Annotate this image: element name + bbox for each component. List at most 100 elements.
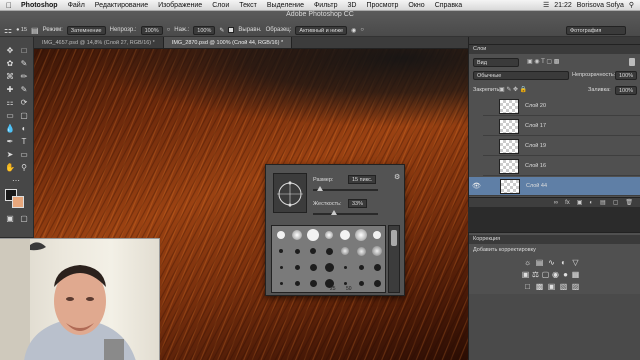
photo-filter-icon[interactable]: ◉ [551, 270, 560, 279]
mode-dropdown[interactable]: Затемнение [66, 25, 106, 35]
quick-select-tool-icon[interactable]: ✎ [18, 58, 30, 69]
menu-view[interactable]: Просмотр [361, 2, 403, 9]
color-lookup-icon[interactable]: ▦ [571, 270, 580, 279]
pressure-opacity-icon[interactable]: ○ [167, 27, 171, 33]
ignore-adjust-icon[interactable]: ◉ [351, 27, 356, 34]
brush-preset-cell[interactable] [354, 276, 368, 290]
invert-icon[interactable]: □ [523, 282, 532, 291]
shape-tool-icon[interactable]: ▭ [18, 149, 30, 160]
selective-color-icon[interactable]: ▧ [559, 282, 568, 291]
history-brush-tool-icon[interactable]: ⟳ [18, 97, 30, 108]
layers-panel-title[interactable]: Слои [469, 45, 640, 54]
brush-preset-cell[interactable] [290, 276, 304, 290]
brush-preset-cell[interactable] [290, 260, 304, 274]
brush-preset-cell[interactable] [306, 228, 320, 242]
menu-window[interactable]: Окно [403, 2, 429, 9]
hue-sat-icon[interactable]: ▣ [521, 270, 530, 279]
brush-preset-cell[interactable] [338, 260, 352, 274]
menu-layers[interactable]: Слои [207, 2, 234, 9]
brush-preset-cell[interactable] [322, 228, 336, 242]
visibility-toggle[interactable] [487, 122, 495, 130]
dodge-tool-icon[interactable]: ◐ [18, 123, 30, 134]
blur-tool-icon[interactable]: 💧 [4, 123, 16, 134]
wifi-icon[interactable]: ☰ [543, 1, 549, 9]
tab-img-2870[interactable]: IMG_2870.psd @ 100% (Слой 44, RGB/16) * [163, 37, 293, 48]
background-color-swatch[interactable] [12, 196, 24, 208]
layers-filter-dropdown[interactable]: Вид [473, 58, 519, 67]
size-slider-thumb[interactable] [316, 186, 323, 191]
brush-preset-cell[interactable] [370, 260, 384, 274]
zoom-tool-icon[interactable]: ⚲ [18, 162, 30, 173]
flow-field[interactable]: 100% [193, 25, 216, 35]
filter-toggle-icon[interactable] [629, 58, 635, 66]
menu-file[interactable]: Файл [63, 2, 90, 9]
link-layers-icon[interactable]: ∞ [554, 198, 558, 207]
menu-select[interactable]: Выделение [262, 2, 309, 9]
add-mask-icon[interactable]: ▣ [577, 198, 583, 207]
layers-blend-dropdown[interactable]: Обычные [473, 71, 569, 80]
eraser-tool-icon[interactable]: ▭ [4, 110, 16, 121]
quick-mask-icon[interactable]: ▣ [4, 213, 16, 224]
hardness-slider-track[interactable] [313, 213, 378, 215]
sample-dropdown[interactable]: Активный и ниже [295, 25, 348, 35]
menu-edit[interactable]: Редактирование [90, 2, 153, 9]
menu-3d[interactable]: 3D [342, 2, 361, 9]
type-tool-icon[interactable]: T [18, 136, 30, 147]
tab-img-4657[interactable]: IMG_4657.psd @ 14,8% (Слой 27, RGB/16) * [34, 37, 164, 48]
brush-preset-cell[interactable] [274, 260, 288, 274]
new-group-icon[interactable]: ▤ [600, 198, 606, 207]
workspace-dropdown[interactable]: Фотография [566, 26, 626, 35]
brush-preset-cell[interactable] [306, 244, 320, 258]
layers-opacity-field[interactable]: 100% [615, 71, 638, 80]
brush-preset-cell[interactable] [370, 276, 384, 290]
brush-angle-circle[interactable] [274, 174, 308, 214]
visibility-toggle[interactable] [487, 142, 495, 150]
brush-grid-scrollbar[interactable] [388, 225, 400, 293]
layer-row[interactable]: Слой 16 [483, 157, 640, 176]
menu-image[interactable]: Изображение [153, 2, 207, 9]
layer-row[interactable]: Слой 17 [483, 117, 640, 136]
brush-preset-cell[interactable] [322, 244, 336, 258]
curves-icon[interactable]: ∿ [547, 258, 556, 267]
brush-preset-cell[interactable] [370, 244, 384, 258]
brush-preset-cell[interactable] [274, 244, 288, 258]
edit-toolbar-icon[interactable]: ⋯ [10, 175, 22, 186]
layer-row-selected[interactable]: 👁 Слой 44 [469, 177, 640, 196]
levels-icon[interactable]: ▤ [535, 258, 544, 267]
brush-preset-cell[interactable] [274, 276, 288, 290]
layer-name[interactable]: Слой 17 [525, 123, 546, 129]
lasso-tool-icon[interactable]: ✿ [4, 58, 16, 69]
threshold-icon[interactable]: ▣ [547, 282, 556, 291]
brush-preset-cell[interactable] [338, 244, 352, 258]
fx-icon[interactable]: fx [565, 198, 570, 207]
hardness-slider-thumb[interactable] [331, 210, 338, 215]
brush-panel-icon[interactable]: ▤ [31, 26, 39, 35]
marquee-tool-icon[interactable]: □ [18, 45, 30, 56]
path-select-tool-icon[interactable]: ➤ [4, 149, 16, 160]
visibility-toggle[interactable] [487, 102, 495, 110]
brush-preset-cell[interactable] [290, 244, 304, 258]
clock[interactable]: 21:22 [554, 2, 572, 9]
size-value[interactable]: 15 пикс. [348, 175, 377, 184]
search-icon[interactable]: ⚲ [629, 1, 634, 9]
adjustments-title[interactable]: Коррекция [469, 235, 640, 244]
layer-name[interactable]: Слой 19 [525, 143, 546, 149]
user-name[interactable]: Borisova Sofya [577, 2, 624, 9]
fill-field[interactable]: 100% [615, 86, 638, 95]
screen-mode-icon[interactable]: ▢ [18, 213, 30, 224]
menu-help[interactable]: Справка [430, 2, 467, 9]
brush-preset-cell[interactable] [338, 228, 352, 242]
align-checkbox[interactable] [228, 27, 235, 33]
crop-tool-icon[interactable]: ⌘ [4, 71, 16, 82]
layer-name[interactable]: Слой 20 [525, 103, 546, 109]
channel-mixer-icon[interactable]: ● [561, 270, 570, 279]
new-layer-icon[interactable]: ▢ [613, 198, 619, 207]
brush-preset-cell[interactable] [274, 228, 288, 242]
brush-preset-cell[interactable] [354, 244, 368, 258]
brush-preset-cell[interactable] [306, 276, 320, 290]
delete-layer-icon[interactable]: 🗑 [625, 198, 633, 207]
bw-icon[interactable]: ▢ [541, 270, 550, 279]
exposure-icon[interactable]: ◐ [559, 258, 568, 267]
posterize-icon[interactable]: ▩ [535, 282, 544, 291]
pen-tool-icon[interactable]: ✒ [4, 136, 16, 147]
